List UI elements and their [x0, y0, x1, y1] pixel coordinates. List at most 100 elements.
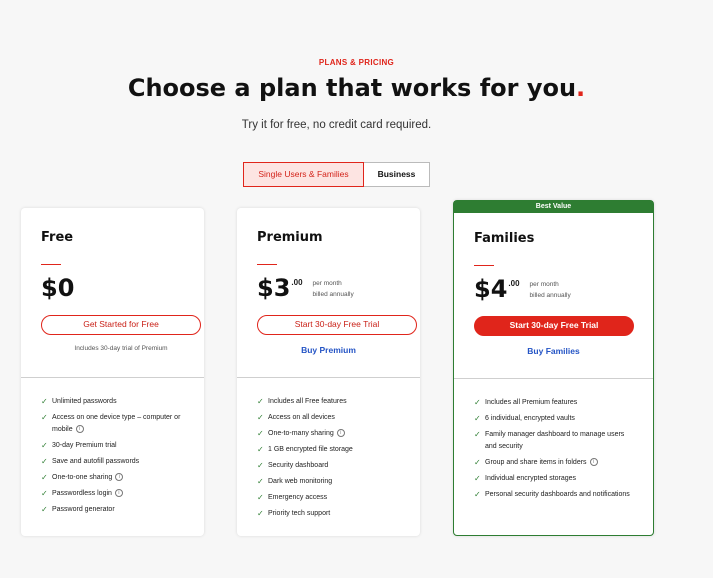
- info-icon[interactable]: i: [336, 429, 345, 438]
- check-icon: ✓: [257, 493, 264, 502]
- price-amount: $4: [474, 275, 508, 303]
- plan-price: $0: [41, 274, 74, 302]
- list-item: ✓ Security dashboard: [257, 460, 417, 472]
- list-item: ✓ Priority tech support: [257, 508, 417, 520]
- price-amount: $0: [41, 274, 75, 302]
- feature-text: Access on all devices: [268, 414, 335, 421]
- list-item: ✓ Family manager dashboard to manage user…: [474, 429, 634, 453]
- feature-text: Includes all Premium features: [485, 399, 578, 406]
- feature-text: Security dashboard: [268, 462, 329, 469]
- plan-divider-accent: [257, 264, 277, 265]
- plan-price: $4 .00 per month billed annually: [474, 275, 571, 303]
- feature-text: Priority tech support: [268, 510, 331, 517]
- toggle-business[interactable]: Business: [364, 162, 430, 187]
- page-title: Choose a plan that works for you.: [0, 74, 713, 102]
- list-item: ✓ Individual encrypted storages: [474, 473, 634, 485]
- check-icon: ✓: [257, 477, 264, 486]
- card-divider: [237, 377, 420, 378]
- plan-divider-accent: [41, 264, 61, 265]
- card-divider: [21, 377, 204, 378]
- feature-list: ✓ Includes all Free features ✓ Access on a…: [257, 396, 417, 524]
- check-icon: ✓: [41, 505, 48, 514]
- plan-divider-accent: [474, 265, 494, 266]
- feature-text: Emergency access: [268, 494, 328, 501]
- list-item: ✓ Save and autofill passwords: [41, 456, 201, 468]
- plan-price: $3 .00 per month billed annually: [257, 274, 354, 302]
- toggle-single-users[interactable]: Single Users & Families: [243, 162, 364, 187]
- feature-list: ✓ Unlimited passwords ✓ Access on one devi…: [41, 396, 201, 520]
- check-icon: ✓: [474, 414, 481, 423]
- check-icon: ✓: [474, 490, 481, 499]
- billing-period: per month billed annually: [530, 279, 571, 301]
- feature-text: Family manager dashboard to manage users…: [485, 431, 625, 450]
- feature-text: Access on one device type – computer or …: [52, 414, 181, 433]
- feature-text: Unlimited passwords: [52, 398, 117, 405]
- start-trial-premium-button[interactable]: Start 30-day Free Trial: [257, 315, 417, 335]
- check-icon: ✓: [257, 509, 264, 518]
- feature-text: Password generator: [52, 506, 115, 513]
- info-icon[interactable]: i: [114, 489, 123, 498]
- check-icon: ✓: [257, 461, 264, 470]
- check-icon: ✓: [41, 413, 48, 422]
- check-icon: ✓: [257, 429, 264, 438]
- price-amount: $3: [257, 274, 291, 302]
- start-trial-families-button[interactable]: Start 30-day Free Trial: [474, 316, 634, 336]
- period-line: per month: [529, 281, 559, 288]
- check-icon: ✓: [41, 473, 48, 482]
- list-item: ✓ 30-day Premium trial: [41, 440, 201, 452]
- price-cents: .00: [508, 279, 520, 288]
- buy-families-link[interactable]: Buy Families: [454, 346, 653, 356]
- feature-text: Save and autofill passwords: [52, 458, 140, 465]
- list-item: ✓ Unlimited passwords: [41, 396, 201, 408]
- check-icon: ✓: [41, 457, 48, 466]
- plan-card-free: Free $0 Get Started for Free Includes 30…: [21, 208, 204, 536]
- info-icon[interactable]: i: [589, 458, 598, 467]
- info-icon[interactable]: i: [115, 473, 124, 482]
- feature-text: Passwordless login: [52, 490, 112, 497]
- plan-note: Includes 30-day trial of Premium: [74, 345, 168, 352]
- buy-premium-link[interactable]: Buy Premium: [237, 345, 420, 355]
- list-item: ✓ Includes all Premium features: [474, 397, 634, 409]
- feature-text: 1 GB encrypted file storage: [268, 446, 353, 453]
- check-icon: ✓: [41, 441, 48, 450]
- list-item: ✓ Personal security dashboards and notifi…: [474, 489, 634, 501]
- list-item: ✓ Access on one device type – computer or…: [41, 412, 201, 436]
- plan-name: Premium: [257, 230, 323, 245]
- feature-text: Individual encrypted storages: [485, 475, 577, 482]
- feature-text: Dark web monitoring: [268, 478, 333, 485]
- audience-toggle: Single Users & Families Business: [243, 162, 430, 187]
- info-icon[interactable]: i: [75, 425, 84, 434]
- feature-text: Personal security dashboards and notific…: [485, 491, 630, 498]
- check-icon: ✓: [474, 474, 481, 483]
- check-icon: ✓: [257, 397, 264, 406]
- feature-text: Group and share items in folders: [485, 459, 587, 466]
- page-subtitle: Try it for free, no credit card required…: [241, 119, 432, 131]
- best-value-badge: Best Value: [454, 201, 653, 213]
- price-cents: .00: [291, 278, 303, 287]
- headline-dot: .: [576, 74, 586, 102]
- list-item: ✓ Access on all devices: [257, 412, 417, 424]
- feature-text: One-to-one sharing: [52, 474, 113, 481]
- card-divider: [454, 378, 653, 379]
- check-icon: ✓: [41, 397, 48, 406]
- plan-name: Free: [41, 230, 74, 245]
- list-item: ✓ One-to-many sharing i: [257, 428, 417, 440]
- feature-list: ✓ Includes all Premium features ✓ 6 indivi…: [474, 397, 634, 505]
- get-started-free-button[interactable]: Get Started for Free: [41, 315, 201, 335]
- feature-text: One-to-many sharing: [268, 430, 334, 437]
- period-line: billed annually: [529, 292, 571, 299]
- list-item: ✓ Emergency access: [257, 492, 417, 504]
- check-icon: ✓: [474, 430, 481, 439]
- list-item: ✓ Group and share items in folders i: [474, 457, 634, 469]
- plan-card-premium: Premium $3 .00 per month billed annually …: [237, 208, 420, 536]
- list-item: ✓ One-to-one sharing i: [41, 472, 201, 484]
- plan-card-families: Best Value Families $4 .00 per month bill…: [453, 200, 654, 536]
- list-item: ✓ Password generator: [41, 504, 201, 516]
- list-item: ✓ Passwordless login i: [41, 488, 201, 500]
- billing-period: per month billed annually: [313, 278, 354, 300]
- feature-text: 6 individual, encrypted vaults: [485, 415, 575, 422]
- list-item: ✓ Dark web monitoring: [257, 476, 417, 488]
- headline-text: Choose a plan that works for you: [127, 74, 577, 102]
- check-icon: ✓: [257, 445, 264, 454]
- feature-text: 30-day Premium trial: [52, 442, 117, 449]
